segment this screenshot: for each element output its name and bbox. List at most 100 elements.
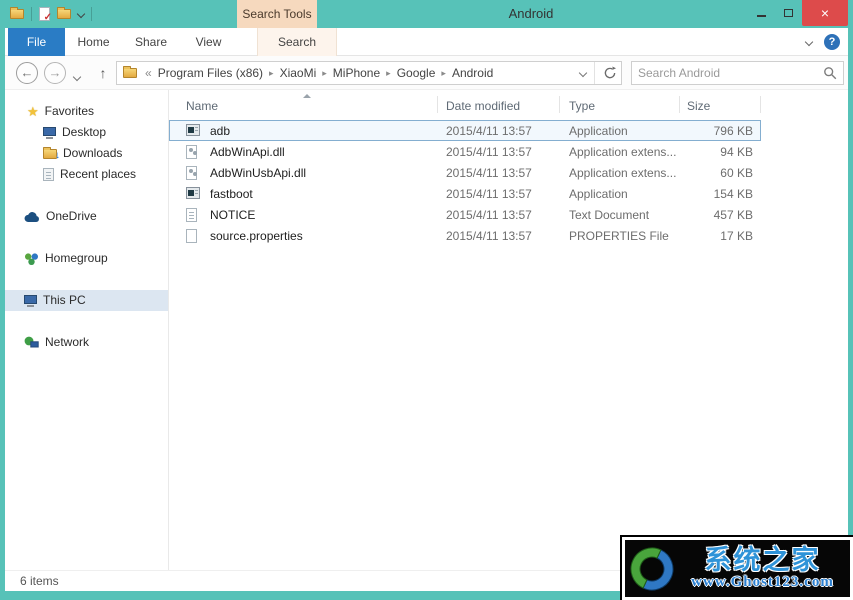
breadcrumb-segment[interactable]: MiPhone: [329, 66, 384, 80]
chevron-down-icon: [73, 73, 81, 81]
cloud-icon: [24, 211, 40, 223]
column-resize-handle[interactable]: [679, 96, 680, 113]
properties-icon[interactable]: ✓: [39, 7, 50, 21]
star-icon: ★: [27, 101, 39, 122]
help-icon[interactable]: ?: [824, 34, 840, 50]
sidebar-item-desktop[interactable]: Desktop: [5, 122, 168, 143]
computer-icon: [24, 295, 37, 304]
breadcrumb-overflow[interactable]: «: [143, 66, 154, 80]
breadcrumb-segment[interactable]: Android: [448, 66, 497, 80]
sidebar-item-favorites[interactable]: ★ Favorites: [5, 101, 168, 122]
tab-home[interactable]: Home: [65, 28, 122, 56]
sidebar-item-downloads[interactable]: ↓ Downloads: [5, 143, 168, 164]
search-icon[interactable]: [823, 66, 837, 80]
address-toolbar: ← → ↑ « Program Files (x86) ▸ XiaoMi ▸ M…: [5, 56, 848, 90]
file-name: adb: [210, 121, 230, 141]
file-size: 17 KB: [679, 226, 761, 246]
breadcrumb-segment[interactable]: XiaoMi: [276, 66, 321, 80]
file-date: 2015/4/11 13:57: [446, 142, 532, 162]
sidebar-item-label: Downloads: [57, 143, 122, 164]
quick-access-toolbar: ✓: [10, 5, 92, 23]
column-resize-handle[interactable]: [760, 96, 761, 113]
address-dropdown-icon[interactable]: [579, 69, 587, 77]
file-row-adb[interactable]: adb 2015/4/11 13:57 Application 796 KB: [169, 120, 761, 141]
file-date: 2015/4/11 13:57: [446, 163, 532, 183]
tab-view[interactable]: View: [180, 28, 237, 56]
close-icon: ×: [821, 5, 829, 21]
column-resize-handle[interactable]: [559, 96, 560, 113]
current-folder-icon: [123, 68, 137, 78]
sidebar-item-network[interactable]: Network: [5, 332, 168, 353]
file-type: Application extens...: [569, 142, 676, 162]
expand-ribbon-icon[interactable]: [805, 38, 813, 46]
sidebar-item-onedrive[interactable]: OneDrive: [5, 206, 168, 227]
ribbon-tab-row: File Home Share View Search ?: [5, 28, 848, 56]
maximize-button[interactable]: [775, 0, 802, 26]
recent-locations-dropdown[interactable]: [74, 69, 80, 83]
file-date: 2015/4/11 13:57: [446, 226, 532, 246]
explorer-window: ✓ Search Tools Android × File Home Share…: [0, 0, 853, 600]
breadcrumb-segment[interactable]: Program Files (x86): [154, 66, 267, 80]
up-icon: ↑: [100, 65, 107, 81]
file-row-fastboot[interactable]: fastboot 2015/4/11 13:57 Application 154…: [169, 183, 761, 204]
sort-ascending-icon: [303, 94, 311, 98]
file-type: PROPERTIES File: [569, 226, 669, 246]
file-name: AdbWinUsbApi.dll: [210, 163, 306, 183]
new-folder-icon[interactable]: [57, 9, 71, 19]
forward-icon: →: [49, 65, 62, 80]
file-row-source-properties[interactable]: source.properties 2015/4/11 13:57 PROPER…: [169, 225, 761, 246]
file-date: 2015/4/11 13:57: [446, 121, 532, 141]
watermark: 系统之家 www.Ghost123.com: [622, 537, 853, 600]
sidebar-item-label: Desktop: [56, 122, 106, 143]
search-tools-contextual-tab[interactable]: Search Tools: [237, 0, 317, 28]
column-header-type[interactable]: Type: [569, 90, 595, 118]
forward-button[interactable]: →: [44, 62, 66, 84]
tab-search[interactable]: Search: [257, 28, 337, 56]
sidebar-item-homegroup[interactable]: Homegroup: [5, 248, 168, 269]
close-button[interactable]: ×: [802, 0, 848, 26]
minimize-icon: [757, 15, 766, 17]
address-bar[interactable]: « Program Files (x86) ▸ XiaoMi ▸ MiPhone…: [116, 61, 622, 85]
column-header-date-modified[interactable]: Date modified: [446, 90, 520, 118]
file-row-adbwinusbapi[interactable]: AdbWinUsbApi.dll 2015/4/11 13:57 Applica…: [169, 162, 761, 183]
sidebar-item-recent-places[interactable]: Recent places: [5, 164, 168, 185]
file-date: 2015/4/11 13:57: [446, 205, 532, 225]
breadcrumb-separator-icon[interactable]: ▸: [439, 68, 448, 79]
column-headers: Name Date modified Type Size: [169, 90, 848, 118]
search-input[interactable]: [638, 66, 823, 80]
file-row-adbwinapi[interactable]: AdbWinApi.dll 2015/4/11 13:57 Applicatio…: [169, 141, 761, 162]
up-button[interactable]: ↑: [93, 62, 113, 84]
file-type: Application extens...: [569, 163, 676, 183]
column-header-name[interactable]: Name: [186, 90, 218, 118]
download-arrow-icon: ↓: [55, 151, 60, 161]
minimize-button[interactable]: [748, 0, 775, 26]
download-folder-icon: ↓: [43, 149, 57, 159]
file-size: 60 KB: [679, 163, 761, 183]
column-header-size[interactable]: Size: [687, 90, 710, 118]
navigation-pane: ★ Favorites Desktop ↓ Downloads Recent p…: [5, 90, 168, 570]
file-row-notice[interactable]: NOTICE 2015/4/11 13:57 Text Document 457…: [169, 204, 761, 225]
ghost123-logo-icon: [629, 546, 675, 592]
file-name: AdbWinApi.dll: [210, 142, 285, 162]
sidebar-item-this-pc[interactable]: This PC: [5, 290, 168, 311]
qat-dropdown-icon[interactable]: [78, 9, 84, 19]
address-bar-right: [580, 62, 617, 84]
tab-file[interactable]: File: [8, 28, 65, 56]
sidebar-item-label: This PC: [37, 290, 86, 311]
breadcrumb-separator-icon[interactable]: ▸: [384, 68, 393, 79]
breadcrumb-segment[interactable]: Google: [393, 66, 440, 80]
breadcrumb-separator-icon[interactable]: ▸: [320, 68, 329, 79]
back-button[interactable]: ←: [16, 62, 38, 84]
breadcrumb-separator-icon[interactable]: ▸: [267, 68, 276, 79]
search-box[interactable]: [631, 61, 844, 85]
column-resize-handle[interactable]: [437, 96, 438, 113]
watermark-site-name: 系统之家: [705, 546, 821, 574]
text-document-icon: [186, 208, 197, 222]
dll-icon: [186, 145, 197, 159]
back-icon: ←: [21, 65, 34, 80]
refresh-icon[interactable]: [603, 66, 617, 80]
file-size: 457 KB: [679, 205, 761, 225]
tab-share[interactable]: Share: [122, 28, 180, 56]
check-icon: ✓: [44, 13, 52, 23]
file-size: 94 KB: [679, 142, 761, 162]
